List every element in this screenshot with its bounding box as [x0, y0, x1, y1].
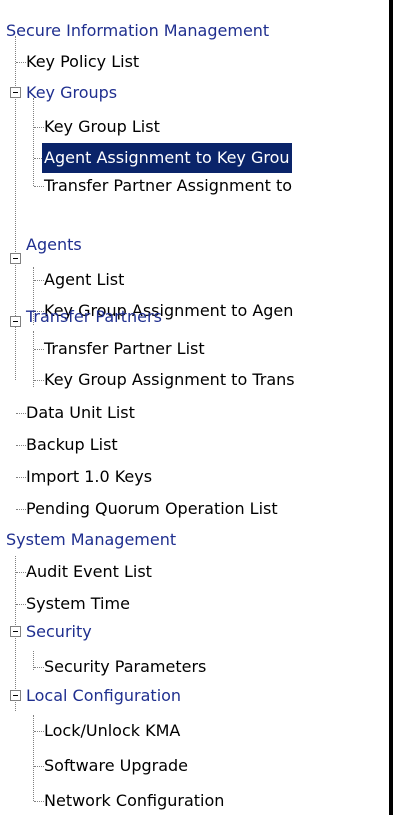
- tree-item-label: Pending Quorum Operation List: [26, 499, 278, 518]
- tree-item-agent-assignment-to-key-group[interactable]: Agent Assignment to Key Grou: [42, 143, 292, 173]
- tree-item-transfer-partner-assignment[interactable]: Transfer Partner Assignment to: [42, 171, 294, 201]
- tree-item-pending-quorum-operation-list[interactable]: Pending Quorum Operation List: [24, 494, 280, 524]
- tree-item-key-group-list[interactable]: Key Group List: [42, 112, 162, 142]
- tree-item-secure-information-management[interactable]: Secure Information Management: [4, 16, 271, 46]
- tree-item-label: Transfer Partner List: [44, 339, 205, 358]
- tree-item-lock-unlock-kma[interactable]: Lock/Unlock KMA: [42, 716, 182, 746]
- tree-item-label: Secure Information Management: [6, 21, 270, 40]
- tree-item-label: Backup List: [26, 435, 118, 454]
- tree-item-label: Key Group Assignment to Trans: [44, 370, 295, 389]
- tree-item-label: Local Configuration: [26, 686, 182, 705]
- tree-item-key-group-assignment-to-transfer[interactable]: Key Group Assignment to Trans: [42, 365, 297, 395]
- tree-item-transfer-partners[interactable]: Transfer Partners: [24, 302, 164, 332]
- tree-item-label: System Time: [26, 594, 130, 613]
- tree-item-label: Audit Event List: [26, 562, 152, 581]
- collapse-icon[interactable]: [10, 253, 21, 264]
- tree-item-label: Lock/Unlock KMA: [44, 721, 181, 740]
- collapse-icon[interactable]: [10, 87, 21, 98]
- tree-item-label: System Management: [6, 530, 177, 549]
- tree-item-network-configuration[interactable]: Network Configuration: [42, 786, 226, 815]
- tree-item-security[interactable]: Security: [24, 617, 94, 647]
- tree-item-label: Data Unit List: [26, 403, 135, 422]
- collapse-icon[interactable]: [10, 316, 21, 327]
- tree-item-label: Agent Assignment to Key Grou: [42, 143, 292, 173]
- tree-item-label: Software Upgrade: [44, 756, 189, 775]
- tree-item-label: Key Groups: [26, 83, 118, 102]
- collapse-icon[interactable]: [10, 690, 21, 701]
- collapse-icon[interactable]: [10, 626, 21, 637]
- tree-item-label: Security: [26, 622, 92, 641]
- tree-item-label: Key Policy List: [26, 52, 140, 71]
- tree-item-local-configuration[interactable]: Local Configuration: [24, 681, 183, 711]
- tree-item-import-keys[interactable]: Import 1.0 Keys: [24, 462, 154, 492]
- tree-item-label: Network Configuration: [44, 791, 225, 810]
- tree-item-software-upgrade[interactable]: Software Upgrade: [42, 751, 190, 781]
- tree-item-security-parameters[interactable]: Security Parameters: [42, 652, 208, 682]
- tree-item-label: Agent List: [44, 270, 125, 289]
- tree-item-key-groups[interactable]: Key Groups: [24, 78, 119, 108]
- tree-item-label: Transfer Partners: [26, 307, 162, 326]
- tree-connector: [33, 331, 34, 387]
- tree-item-agent-list[interactable]: Agent List: [42, 265, 126, 295]
- tree-connector: [33, 98, 34, 186]
- tree-item-system-time[interactable]: System Time: [24, 589, 132, 619]
- tree-item-label: Import 1.0 Keys: [26, 467, 153, 486]
- tree-connector: [33, 715, 34, 801]
- tree-item-backup-list[interactable]: Backup List: [24, 430, 120, 460]
- tree-item-label: Key Group List: [44, 117, 160, 136]
- tree-item-agents[interactable]: Agents: [24, 230, 84, 260]
- tree-item-key-policy-list[interactable]: Key Policy List: [24, 47, 141, 77]
- tree-item-label: Agents: [26, 235, 82, 254]
- tree-item-label: Security Parameters: [44, 657, 207, 676]
- navigation-tree[interactable]: Secure Information Management Key Policy…: [0, 0, 393, 815]
- tree-item-label: Transfer Partner Assignment to: [44, 176, 293, 195]
- tree-item-data-unit-list[interactable]: Data Unit List: [24, 398, 137, 428]
- tree-item-transfer-partner-list[interactable]: Transfer Partner List: [42, 334, 207, 364]
- tree-item-system-management[interactable]: System Management: [4, 525, 178, 555]
- tree-item-audit-event-list[interactable]: Audit Event List: [24, 557, 154, 587]
